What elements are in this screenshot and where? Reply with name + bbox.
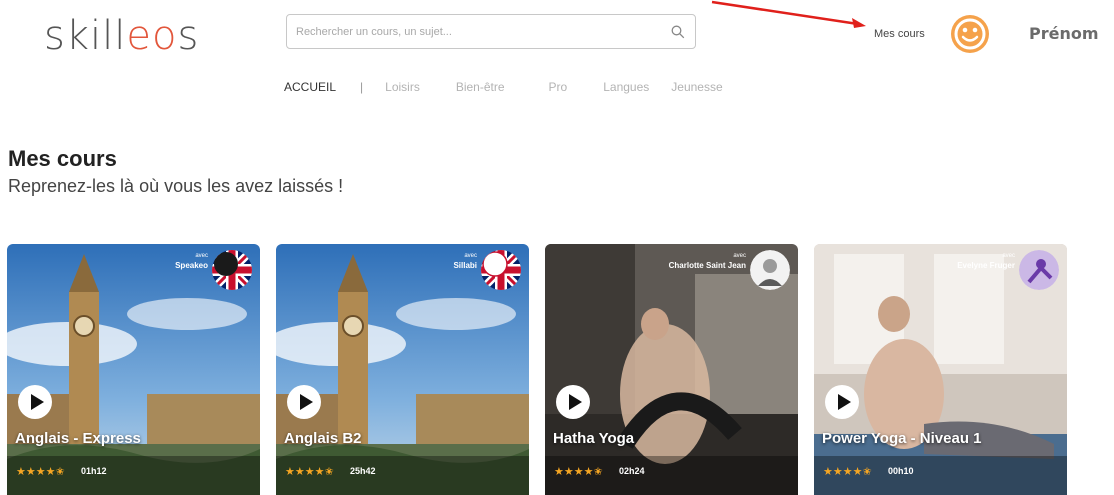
nav-item-jeunesse[interactable]: Jeunesse [671,80,722,94]
page: skilleos Mes cours Prénom ACCUEIL | Lois… [0,0,1114,495]
play-icon[interactable] [286,384,322,420]
avec-label: avec [195,253,208,259]
nav-item-accueil[interactable]: ACCUEIL [284,80,336,94]
course-duration: 00h10 [888,466,914,476]
course-duration: 02h24 [619,466,645,476]
uk-flag-badge-icon [212,250,252,290]
rating-stars-icon: ★★★★✬ [823,466,872,478]
instructor-label: avec Charlotte Saint Jean [656,252,746,270]
rating-stars-icon: ★★★★✬ [285,466,334,478]
logo-text-start: skill [44,13,127,59]
nav-item-loisirs[interactable]: Loisirs [385,80,420,94]
avec-label: avec [733,253,746,259]
nav-item-pro[interactable]: Pro [549,80,568,94]
skilleos-logo[interactable]: skilleos [44,14,199,58]
play-icon[interactable] [17,384,53,420]
course-card[interactable]: avec Speakeo Anglais - Express ★★★★✬ 01h… [7,244,260,495]
course-card[interactable]: avec Sillabi Anglais B2 ★★★★✬ 25h42 [276,244,529,495]
section-title: Mes cours [8,146,117,171]
rating-stars-icon: ★★★★✬ [16,466,65,478]
nav-separator: | [360,80,364,94]
instructor-label: avec Sillabi [453,252,477,270]
course-duration: 25h42 [350,466,376,476]
nav-item-bien-etre[interactable]: Bien-être [456,80,505,94]
smiley-avatar-icon[interactable] [949,13,991,55]
nav-item-langues[interactable]: Langues [603,80,649,94]
rating-stars-icon: ★★★★✬ [554,466,603,478]
course-title: Power Yoga - Niveau 1 [822,430,982,447]
instructor-name: Charlotte Saint Jean [668,261,746,270]
section-subtitle: Reprenez-les là où vous les avez laissés… [8,176,344,196]
logo-text-end: s [177,13,200,59]
course-card[interactable]: avec Charlotte Saint Jean Hatha Yoga ★★★… [545,244,798,495]
user-name[interactable]: Prénom [1029,24,1099,43]
course-title: Anglais - Express [15,430,141,447]
play-icon[interactable] [824,384,860,420]
instructor-avatar-icon [750,250,790,290]
instructor-label: avec Speakeo [175,252,208,270]
instructor-avatar-icon [1019,250,1059,290]
course-title: Hatha Yoga [553,430,635,447]
instructor-name: Evelyne Fruger [957,261,1015,270]
my-courses-link[interactable]: Mes cours [874,28,925,40]
course-duration: 01h12 [81,466,107,476]
instructor-name: Speakeo [175,261,208,270]
search-input[interactable] [287,15,661,48]
instructor-label: avec Evelyne Fruger [957,252,1015,270]
search-bar [286,14,696,49]
instructor-name: Sillabi [453,261,477,270]
play-icon[interactable] [555,384,591,420]
uk-flag-badge-icon [481,250,521,290]
course-title: Anglais B2 [284,430,362,447]
logo-text-accent: eo [126,13,178,59]
course-card[interactable]: avec Evelyne Fruger Power Yoga - Niveau … [814,244,1067,495]
avec-label: avec [1002,253,1015,259]
category-nav: ACCUEIL | Loisirs Bien-être Pro Langues … [284,80,759,94]
search-icon[interactable] [661,15,695,48]
course-list: avec Speakeo Anglais - Express ★★★★✬ 01h… [7,244,1067,495]
avec-label: avec [464,253,477,259]
